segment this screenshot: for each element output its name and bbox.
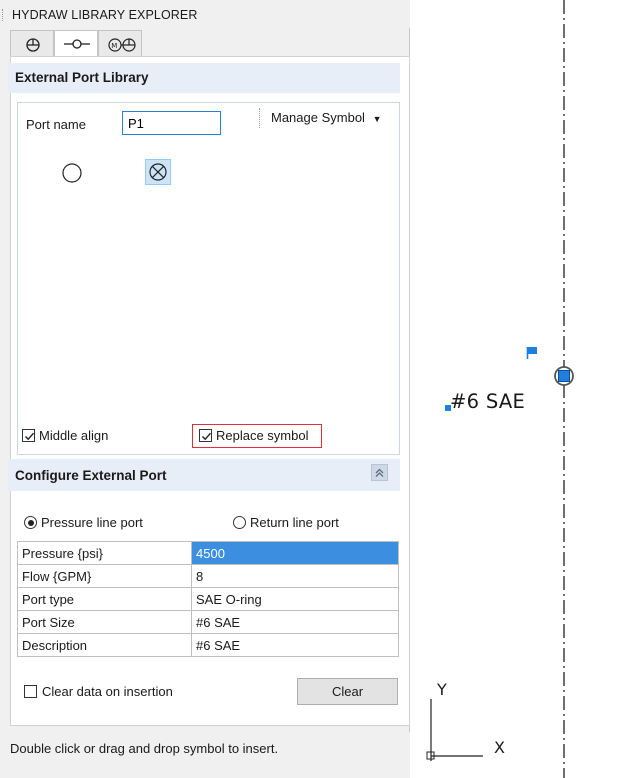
table-row[interactable]: Description #6 SAE xyxy=(17,633,399,657)
manage-symbol-dropdown[interactable]: Manage Symbol ▼ xyxy=(259,108,395,130)
table-row[interactable]: Pressure {psi} 4500 xyxy=(17,541,399,565)
configure-external-port-title: Configure External Port xyxy=(15,468,167,483)
return-line-port-label: Return line port xyxy=(250,515,339,530)
replace-symbol-checkbox[interactable] xyxy=(199,429,212,442)
manage-symbol-label: Manage Symbol xyxy=(271,110,365,125)
property-value[interactable]: #6 SAE xyxy=(191,633,399,657)
clear-on-insertion-checkbox[interactable] xyxy=(24,685,37,698)
pressure-line-port-radio[interactable] xyxy=(24,516,37,529)
port-name-input[interactable] xyxy=(122,111,221,135)
tab-pressure[interactable] xyxy=(10,30,54,56)
property-key: Pressure {psi} xyxy=(17,541,192,565)
selected-symbol-tile[interactable] xyxy=(145,159,171,185)
y-axis-label: Y xyxy=(437,680,447,699)
checkmark-icon xyxy=(25,432,35,441)
tab-motor-pump[interactable]: M xyxy=(98,30,142,56)
property-value[interactable]: 8 xyxy=(191,564,399,588)
ucs-axis-icon xyxy=(426,699,483,761)
placed-port-symbol[interactable] xyxy=(554,366,574,386)
collapse-section-button[interactable] xyxy=(371,464,388,481)
panel-title: HYDRAW LIBRARY EXPLORER xyxy=(12,8,198,22)
pressure-line-port-label: Pressure line port xyxy=(41,515,143,530)
port-name-label: Port name xyxy=(26,117,86,132)
clear-on-insertion-label: Clear data on insertion xyxy=(42,684,173,699)
middle-align-label: Middle align xyxy=(39,428,109,443)
external-port-library-heading: External Port Library xyxy=(8,63,400,93)
panel-titlebar[interactable]: HYDRAW LIBRARY EXPLORER xyxy=(0,0,410,28)
toolbar-separator xyxy=(259,108,260,128)
status-bar: Double click or drag and drop symbol to … xyxy=(0,732,410,778)
property-value[interactable]: SAE O-ring xyxy=(191,587,399,611)
svg-text:M: M xyxy=(111,42,117,50)
clear-button[interactable]: Clear xyxy=(297,678,398,705)
port-annotation-text[interactable]: #6 SAE xyxy=(450,390,525,413)
open-circle-port-icon[interactable] xyxy=(60,161,84,185)
double-chevron-up-icon xyxy=(375,468,384,477)
property-key: Port Size xyxy=(17,610,192,634)
return-line-port-radio[interactable] xyxy=(233,516,246,529)
symbol-library-box xyxy=(17,102,400,455)
middle-align-checkbox[interactable] xyxy=(22,429,35,442)
port-symbol-icon xyxy=(64,39,90,49)
property-key: Flow {GPM} xyxy=(17,564,192,588)
tab-external-port[interactable] xyxy=(54,30,98,57)
configure-external-port-heading: Configure External Port xyxy=(8,459,400,491)
status-hint: Double click or drag and drop symbol to … xyxy=(10,741,279,756)
port-properties-table: Pressure {psi} 4500 Flow {GPM} 8 Port ty… xyxy=(17,541,399,657)
external-port-library-title: External Port Library xyxy=(15,70,149,85)
replace-symbol-label: Replace symbol xyxy=(216,428,309,443)
drawing-canvas-graphics xyxy=(426,0,574,778)
chevron-down-icon: ▼ xyxy=(372,114,382,124)
property-key: Port type xyxy=(17,587,192,611)
checkmark-icon xyxy=(202,432,212,441)
tab-strip: M xyxy=(10,30,410,57)
motor-pump-icon: M xyxy=(108,38,136,52)
x-axis-label: X xyxy=(494,738,505,757)
flag-grip-icon[interactable] xyxy=(526,347,538,359)
crossed-circle-port-icon xyxy=(149,163,167,181)
table-row[interactable]: Flow {GPM} 8 xyxy=(17,564,399,588)
table-row[interactable]: Port type SAE O-ring xyxy=(17,587,399,611)
drag-grip-icon[interactable] xyxy=(2,9,4,21)
property-value[interactable]: #6 SAE xyxy=(191,610,399,634)
pressure-symbol-icon xyxy=(26,38,40,52)
table-row[interactable]: Port Size #6 SAE xyxy=(17,610,399,634)
property-value[interactable]: 4500 xyxy=(191,541,399,565)
property-key: Description xyxy=(17,633,192,657)
